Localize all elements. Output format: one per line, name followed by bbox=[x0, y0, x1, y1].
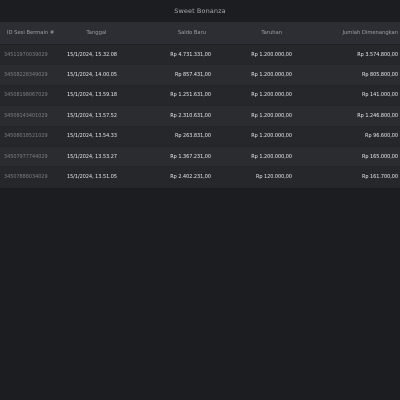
table-row[interactable]: 34507888034029 15/1/2024, 13.51.05 Rp 2.… bbox=[0, 167, 400, 188]
table-row[interactable]: 34508228349029 15/1/2024, 14.00.05 Rp 85… bbox=[0, 65, 400, 86]
table-row[interactable]: 34507977744029 15/1/2024, 13.53.27 Rp 1.… bbox=[0, 146, 400, 168]
bet-cell: Rp 1.200.000,00 bbox=[251, 153, 292, 160]
balance-cell: Rp 2.310.631,00 bbox=[170, 112, 211, 119]
session-id-cell: 34511970039029 bbox=[4, 51, 48, 58]
column-header-date: Tanggal bbox=[86, 30, 107, 36]
table-row[interactable]: 34508198067029 15/1/2024, 13.59.18 Rp 1.… bbox=[0, 86, 400, 107]
bet-cell: Rp 1.200.000,00 bbox=[251, 112, 292, 119]
bet-cell: Rp 1.200.000,00 bbox=[251, 92, 292, 99]
session-id-cell: 34508018521029 bbox=[4, 133, 48, 140]
balance-cell: Rp 1.251.631,00 bbox=[170, 92, 211, 99]
date-cell: 15/1/2024, 15.32.08 bbox=[67, 51, 117, 58]
date-cell: 15/1/2024, 13.51.05 bbox=[67, 174, 117, 181]
date-cell: 15/1/2024, 13.59.18 bbox=[67, 92, 117, 99]
winnings-cell: Rp 805.800,00 bbox=[361, 72, 398, 79]
balance-cell: Rp 263.831,00 bbox=[174, 133, 211, 140]
column-header-balance: Saldo Baru bbox=[177, 30, 206, 36]
column-header-winnings: Jumlah Dimenangkan bbox=[342, 30, 398, 36]
table-row[interactable]: 34508143401029 15/1/2024, 13.57.52 Rp 2.… bbox=[0, 106, 400, 127]
winnings-cell: Rp 96.600,00 bbox=[365, 133, 398, 140]
date-cell: 15/1/2024, 13.54.33 bbox=[67, 133, 117, 140]
empty-area bbox=[0, 187, 400, 400]
date-cell: 15/1/2024, 13.57.52 bbox=[67, 112, 117, 119]
bet-cell: Rp 1.200.000,00 bbox=[251, 51, 292, 58]
table-row[interactable]: 34511970039029 15/1/2024, 15.32.08 Rp 4.… bbox=[0, 45, 400, 66]
winnings-cell: Rp 3.574.800,00 bbox=[357, 51, 398, 58]
game-history-window: Sweet Bonanza ID Sesi Bermain # Tanggal … bbox=[0, 0, 400, 400]
session-id-cell: 34508198067029 bbox=[4, 92, 48, 99]
session-id-cell: 34507977744029 bbox=[4, 153, 48, 160]
winnings-cell: Rp 161.700,00 bbox=[361, 174, 398, 181]
session-id-cell: 34508143401029 bbox=[4, 112, 48, 119]
date-cell: 15/1/2024, 14.00.05 bbox=[67, 72, 117, 79]
session-id-cell: 34507888034029 bbox=[4, 174, 48, 181]
balance-cell: Rp 1.367.231,00 bbox=[170, 153, 211, 160]
column-header-bet: Taruhan bbox=[261, 30, 282, 36]
history-table: ID Sesi Bermain # Tanggal Saldo Baru Tar… bbox=[0, 22, 400, 188]
winnings-cell: Rp 141.000,00 bbox=[361, 92, 398, 99]
bet-cell: Rp 1.200.000,00 bbox=[251, 133, 292, 140]
column-header-session-id: ID Sesi Bermain # bbox=[7, 30, 55, 36]
winnings-cell: Rp 165.000,00 bbox=[361, 153, 398, 160]
table-header-row: ID Sesi Bermain # Tanggal Saldo Baru Tar… bbox=[0, 22, 400, 45]
session-id-cell: 34508228349029 bbox=[4, 72, 48, 79]
date-cell: 15/1/2024, 13.53.27 bbox=[67, 153, 117, 160]
table-row[interactable]: 34508018521029 15/1/2024, 13.54.33 Rp 26… bbox=[0, 127, 400, 147]
bet-cell: Rp 120.000,00 bbox=[255, 174, 292, 181]
game-title: Sweet Bonanza bbox=[174, 7, 226, 15]
balance-cell: Rp 857.431,00 bbox=[174, 72, 211, 79]
bet-cell: Rp 1.200.000,00 bbox=[251, 72, 292, 79]
title-bar: Sweet Bonanza bbox=[0, 0, 400, 22]
balance-cell: Rp 4.731.331,00 bbox=[170, 51, 211, 58]
winnings-cell: Rp 1.246.800,00 bbox=[357, 112, 398, 119]
balance-cell: Rp 2.402.231,00 bbox=[170, 174, 211, 181]
